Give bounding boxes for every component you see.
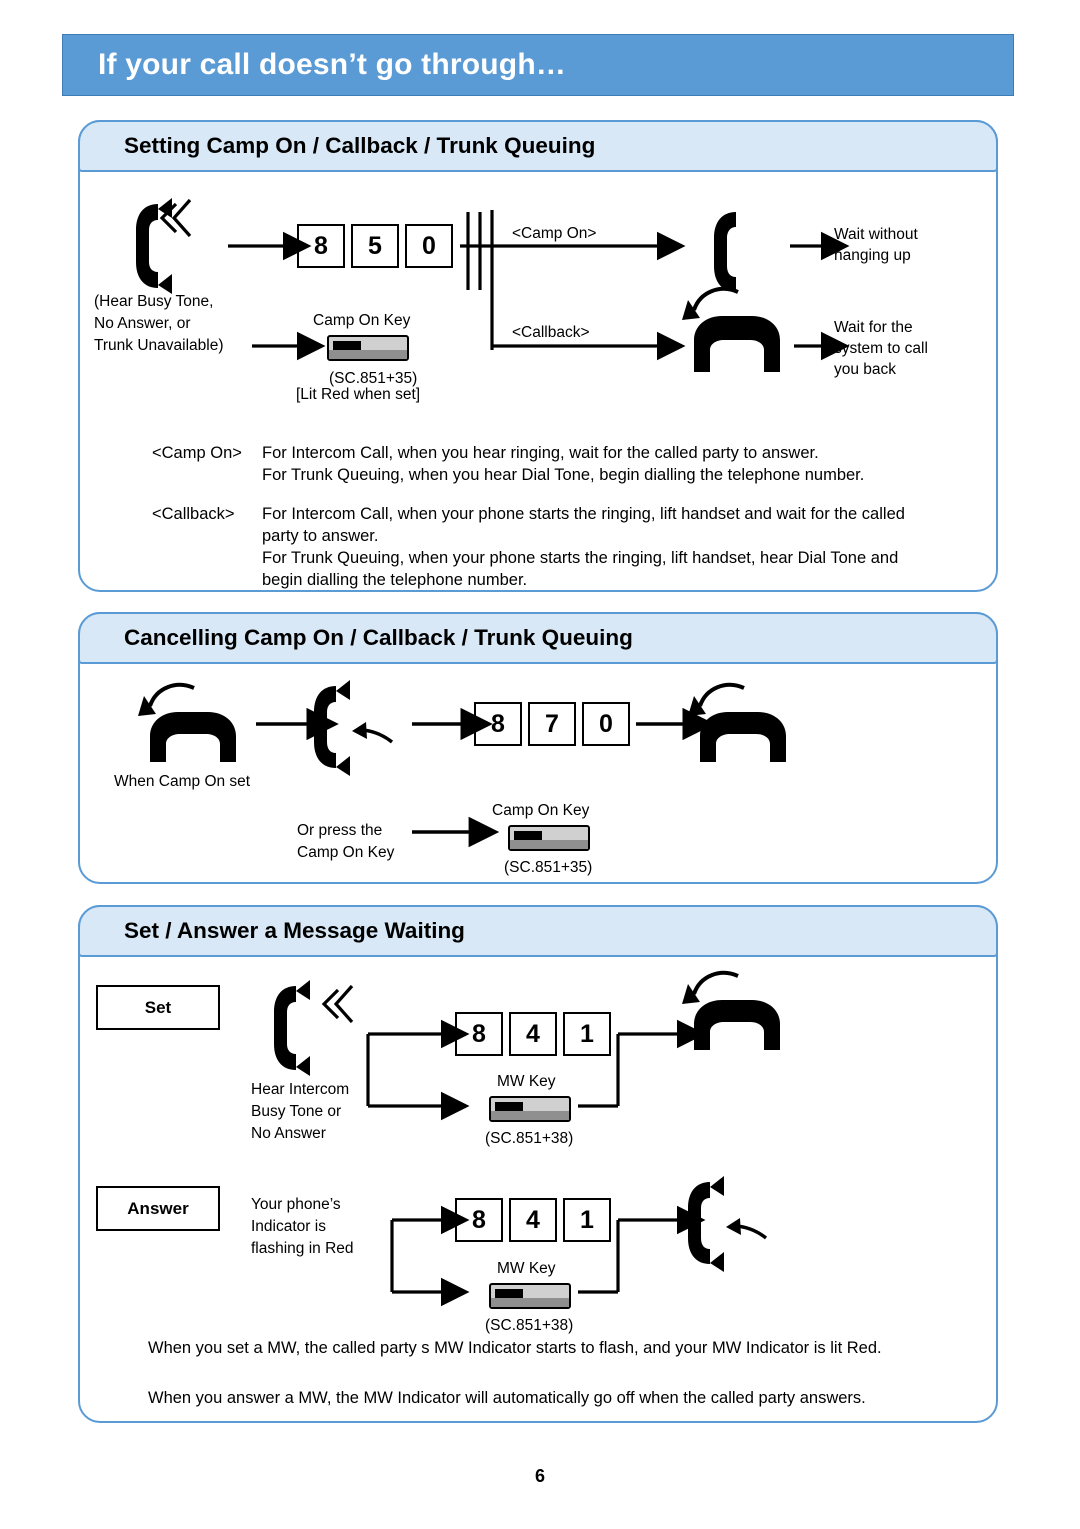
page-title: If your call doesn’t go through… [98, 48, 567, 81]
note-callback-line-2: party to answer. [262, 527, 379, 545]
answer-note-line-2: Indicator is [251, 1218, 326, 1235]
keypad-digit-8: 8 [297, 224, 345, 268]
cancel-camp-on-key-graphic [508, 825, 590, 851]
keypad-digit-0: 0 [405, 224, 453, 268]
set-label-box: Set [96, 985, 220, 1030]
section-1-heading: Setting Camp On / Callback / Trunk Queui… [124, 133, 596, 158]
result-wait-for-system-2: system to call [834, 340, 928, 357]
section-3-heading: Set / Answer a Message Waiting [124, 918, 465, 943]
result-wait-without-1: Wait without [834, 226, 918, 243]
mw-set-key-code: (SC.851+38) [485, 1130, 574, 1147]
note-camp-on-line-1: For Intercom Call, when you hear ringing… [262, 444, 819, 462]
section-2-heading: Cancelling Camp On / Callback / Trunk Qu… [124, 625, 633, 650]
cancel-camp-on-key-label: Camp On Key [492, 802, 590, 819]
mw-answer-digit-1: 1 [563, 1198, 611, 1242]
keypad-digit-5: 5 [351, 224, 399, 268]
set-note-line-2: Busy Tone or [251, 1103, 342, 1120]
cancel-keypad-digit-0: 0 [582, 702, 630, 746]
camp-on-key-state: [Lit Red when set] [296, 386, 421, 403]
note-callback-line-1: For Intercom Call, when your phone start… [262, 505, 905, 523]
result-wait-without-2: hanging up [834, 247, 911, 264]
hear-busy-tone-note-2: No Answer, or [94, 315, 191, 332]
mw-answer-key-label: MW Key [497, 1260, 556, 1277]
hear-busy-tone-note-1: (Hear Busy Tone, [94, 293, 214, 310]
hear-busy-tone-note-3: Trunk Unavailable) [94, 337, 224, 354]
mw-answer-key-graphic [489, 1283, 571, 1309]
mw-set-key-graphic [489, 1096, 571, 1122]
result-wait-for-system-1: Wait for the [834, 319, 913, 336]
or-press-the-line-2: Camp On Key [297, 844, 395, 861]
note-callback-line-4: begin dialling the telephone number. [262, 571, 528, 589]
note-camp-on-tag: <Camp On> [152, 444, 242, 462]
mw-answer-digit-8: 8 [455, 1198, 503, 1242]
branch-label-camp-on: <Camp On> [512, 225, 597, 242]
section-3-header: Set / Answer a Message Waiting [78, 905, 998, 957]
cancel-camp-on-key-code: (SC.851+35) [504, 859, 593, 876]
page-title-banner: If your call doesn’t go through… [62, 34, 1014, 96]
mw-set-key-label: MW Key [497, 1073, 556, 1090]
set-note-line-1: Hear Intercom [251, 1081, 350, 1098]
note-camp-on-line-2: For Trunk Queuing, when you hear Dial To… [262, 466, 865, 484]
mw-set-digit-1: 1 [563, 1012, 611, 1056]
note-callback-line-3: For Trunk Queuing, when your phone start… [262, 549, 899, 567]
section-2-header: Cancelling Camp On / Callback / Trunk Qu… [78, 612, 998, 664]
cancel-keypad-digit-7: 7 [528, 702, 576, 746]
branch-label-callback: <Callback> [512, 324, 590, 341]
when-camp-on-set-label: When Camp On set [114, 773, 251, 790]
or-press-the-line-1: Or press the [297, 822, 383, 839]
answer-note-line-1: Your phone’s [251, 1196, 341, 1213]
note-callback-tag: <Callback> [152, 505, 235, 523]
mw-set-digit-8: 8 [455, 1012, 503, 1056]
page-number: 6 [534, 1466, 545, 1486]
answer-note-line-3: flashing in Red [251, 1240, 354, 1257]
mw-set-digit-4: 4 [509, 1012, 557, 1056]
mw-note-line-2: When you answer a MW, the MW Indicator w… [148, 1389, 866, 1407]
mw-note-line-1: When you set a MW, the called party s MW… [148, 1339, 882, 1357]
answer-label-box: Answer [96, 1186, 220, 1231]
camp-on-key-label: Camp On Key [313, 312, 411, 329]
cancel-keypad-digit-8: 8 [474, 702, 522, 746]
mw-answer-digit-4: 4 [509, 1198, 557, 1242]
result-wait-for-system-3: you back [834, 361, 897, 378]
mw-answer-key-code: (SC.851+38) [485, 1317, 574, 1334]
set-note-line-3: No Answer [251, 1125, 326, 1142]
camp-on-key-graphic [327, 335, 409, 361]
section-1-header: Setting Camp On / Callback / Trunk Queui… [78, 120, 998, 172]
